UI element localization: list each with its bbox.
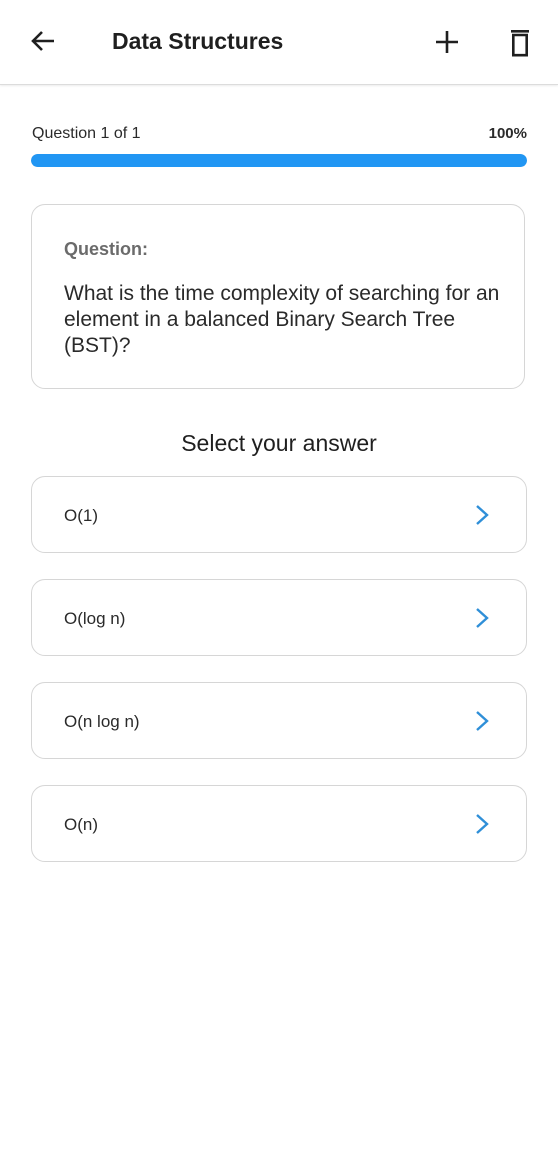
progress-percent: 100% xyxy=(488,125,527,142)
chevron-right-icon xyxy=(476,608,489,628)
select-answer-title: Select your answer xyxy=(181,430,377,456)
progress-bar-fill xyxy=(31,154,527,167)
question-text: What is the time complexity of searching… xyxy=(64,282,500,357)
trash-icon xyxy=(511,30,529,57)
answer-option-o-n-log-n[interactable]: O(n log n) xyxy=(31,682,527,759)
question-card: Question: What is the time complexity of… xyxy=(31,204,525,389)
answer-option-o-1[interactable]: O(1) xyxy=(31,476,527,553)
chevron-right-icon xyxy=(476,711,489,731)
back-button[interactable] xyxy=(26,22,60,60)
add-button[interactable] xyxy=(430,24,464,60)
answer-options: O(1) O(log n) O(n log n) O(n) xyxy=(31,476,527,888)
answer-option-label: O(n) xyxy=(64,815,98,834)
progress-bar xyxy=(31,154,527,167)
chevron-right-icon xyxy=(476,814,489,834)
chevron-right-icon xyxy=(476,505,489,525)
arrow-left-icon xyxy=(31,31,54,51)
answer-option-label: O(n log n) xyxy=(64,712,140,731)
answer-option-label: O(1) xyxy=(64,506,98,525)
question-heading: Question: xyxy=(64,239,148,259)
question-counter: Question 1 of 1 xyxy=(32,125,141,142)
answer-option-o-log-n[interactable]: O(log n) xyxy=(31,579,527,656)
delete-button[interactable] xyxy=(503,22,537,62)
plus-icon xyxy=(436,31,458,53)
answer-option-o-n[interactable]: O(n) xyxy=(31,785,527,862)
app-bar: Data Structures xyxy=(0,0,558,85)
answer-option-label: O(log n) xyxy=(64,609,126,628)
page-title: Data Structures xyxy=(112,28,284,54)
